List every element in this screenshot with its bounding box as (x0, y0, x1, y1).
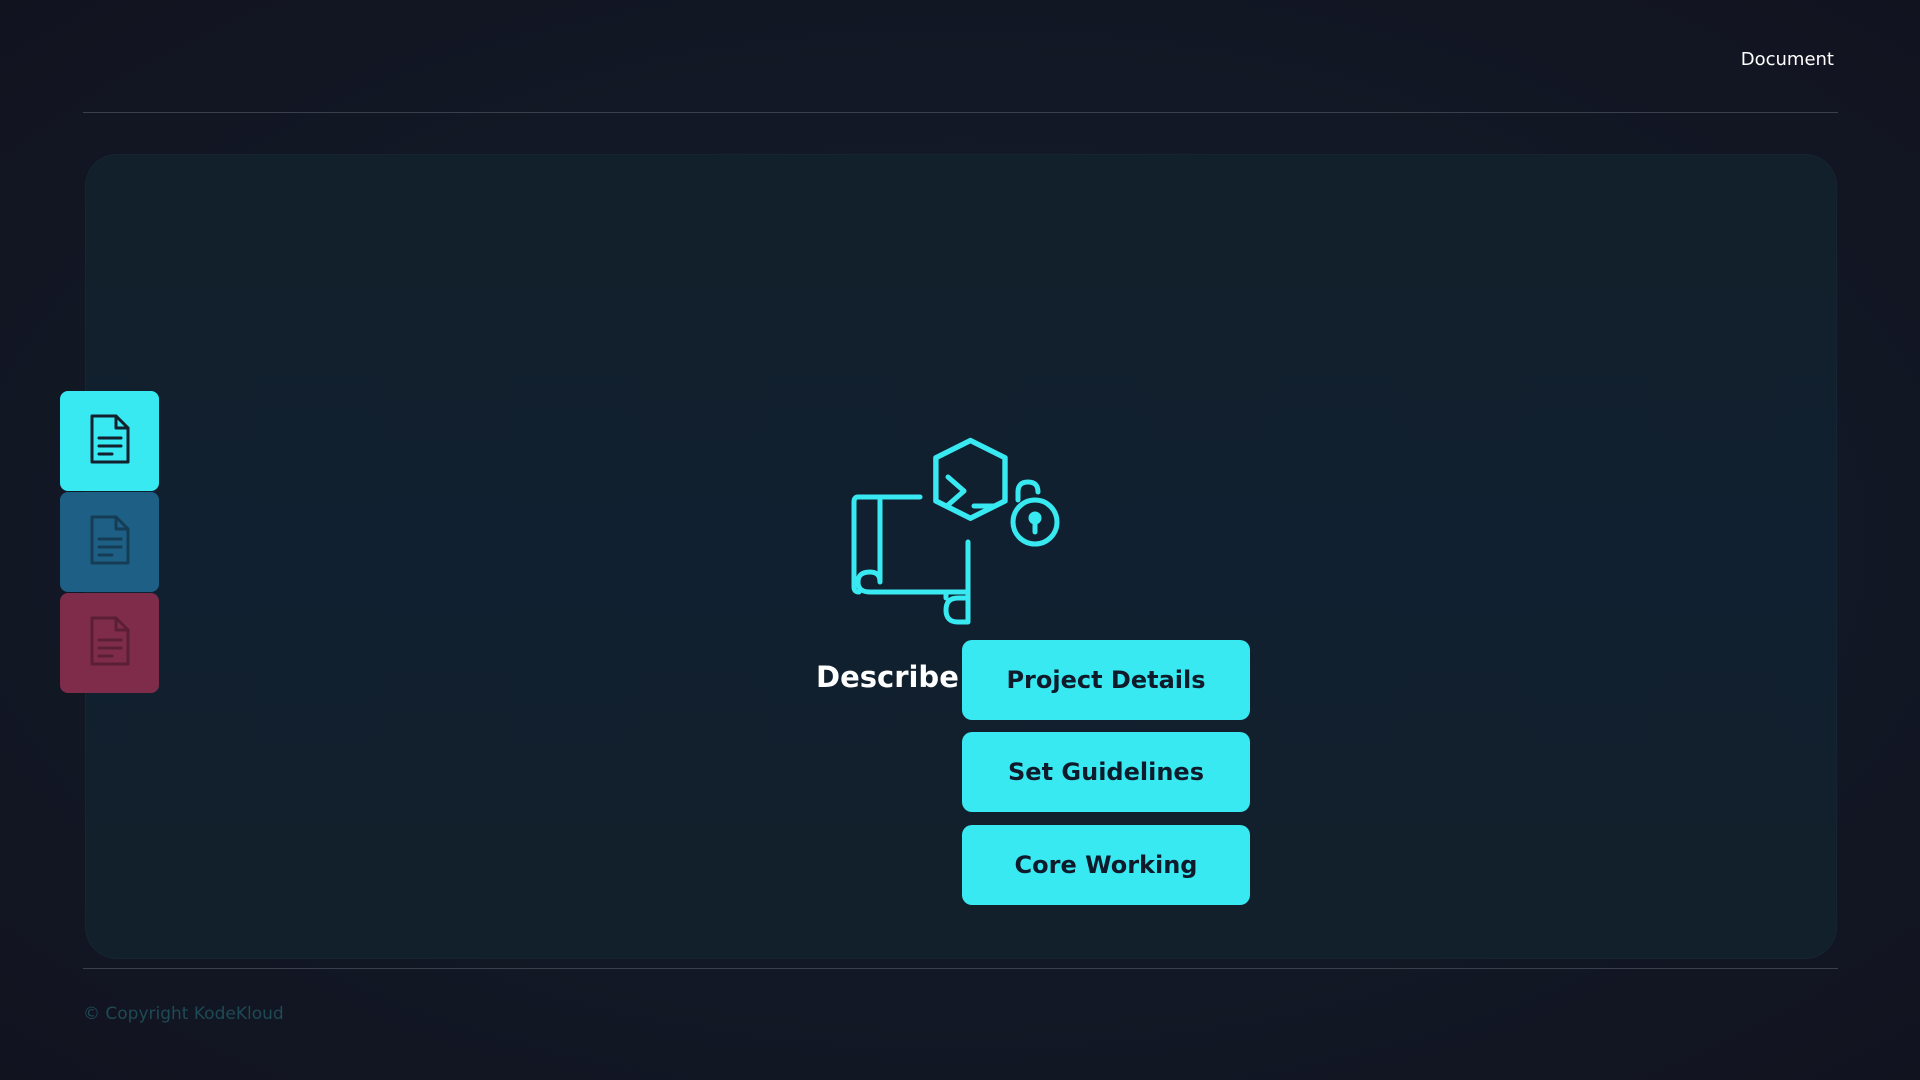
project-details-button[interactable]: Project Details (962, 640, 1250, 720)
slide-page: Document Describe: Project Details Set G… (0, 0, 1920, 1080)
document-icon (88, 513, 132, 572)
document-icon (88, 412, 132, 471)
script-terminal-lock-icon (850, 432, 1065, 628)
sidebar-tabs (60, 391, 159, 693)
copyright-text: © Copyright KodeKloud (83, 1004, 284, 1024)
core-working-button[interactable]: Core Working (962, 825, 1250, 905)
sidebar-tab-1[interactable] (60, 391, 159, 491)
sidebar-tab-3[interactable] (60, 593, 159, 693)
describe-label: Describe: (816, 660, 971, 694)
footer-divider (83, 968, 1838, 969)
set-guidelines-button[interactable]: Set Guidelines (962, 732, 1250, 812)
header-divider (83, 112, 1838, 113)
sidebar-tab-2[interactable] (60, 492, 159, 592)
page-title: Document (1740, 49, 1834, 70)
document-icon (88, 614, 132, 673)
